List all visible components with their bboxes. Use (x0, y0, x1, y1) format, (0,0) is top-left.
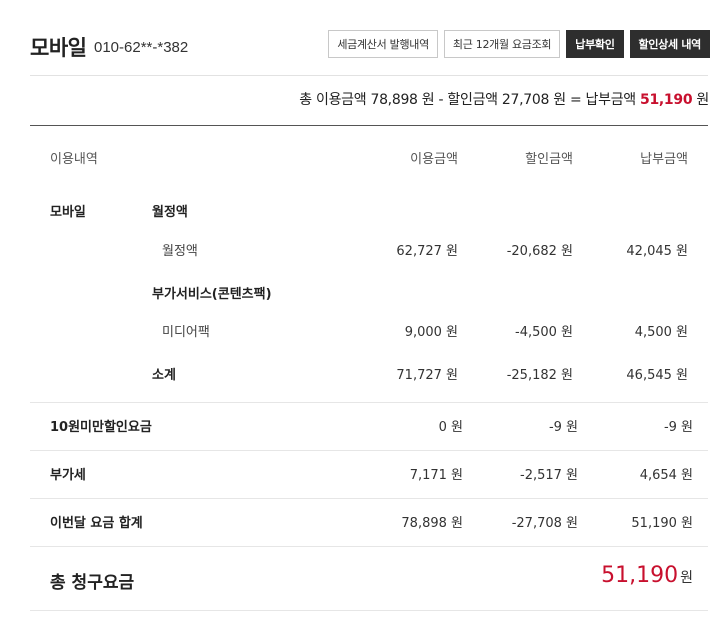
recent-12-months-button[interactable]: 최근 12개월 요금조회 (443, 30, 561, 58)
page-header: 모바일 010-62**-*382 세금계산서 발행내역 최근 12개월 요금조… (30, 30, 710, 62)
mediapack-payment: 4,500 원 (634, 325, 688, 340)
item-label-mediapack: 미디어팩 (162, 325, 210, 340)
mediapack-usage: 9,000 원 (404, 325, 458, 340)
month-total-discount: -27,708 원 (511, 516, 578, 531)
month-total-payment: 51,190 원 (631, 516, 693, 531)
subtotal-discount: -25,182 원 (506, 368, 573, 383)
under10-discount: -9 원 (548, 420, 578, 435)
category-label: 모바일 (50, 205, 86, 220)
row-label-under10: 10원미만할인요금 (50, 420, 152, 435)
vat-payment: 4,654 원 (639, 468, 693, 483)
total-billing-amount: 51,190 원 (601, 563, 693, 588)
total-amount-value: 51,190 (601, 563, 679, 588)
header-usage-detail: 이용내역 (50, 152, 98, 167)
tax-invoice-history-button[interactable]: 세금계산서 발행내역 (328, 30, 438, 58)
row-label-month-total: 이번달 요금 합계 (50, 516, 143, 531)
monthly-discount: -20,682 원 (506, 244, 573, 259)
monthly-usage: 62,727 원 (396, 244, 458, 259)
row-divider (30, 450, 708, 451)
row-divider (30, 498, 708, 499)
total-billing-label: 총 청구요금 (50, 573, 135, 593)
divider (30, 75, 708, 76)
group-label-addon: 부가서비스(콘텐츠팩) (152, 287, 272, 302)
payment-confirm-button[interactable]: 납부확인 (566, 30, 624, 58)
vat-discount: -2,517 원 (520, 468, 578, 483)
row-label-vat: 부가세 (50, 468, 86, 483)
subtotal-payment: 46,545 원 (626, 368, 688, 383)
summary-unit: 원 (692, 92, 709, 108)
under10-payment: -9 원 (663, 420, 693, 435)
page-title: 모바일 (30, 36, 87, 60)
mediapack-discount: -4,500 원 (515, 325, 573, 340)
bill-page: 모바일 010-62**-*382 세금계산서 발행내역 최근 12개월 요금조… (0, 0, 721, 617)
row-divider (30, 402, 708, 403)
phone-number: 010-62**-*382 (94, 39, 189, 56)
total-amount-unit: 원 (680, 570, 693, 586)
under10-usage: 0 원 (438, 420, 463, 435)
group-label-monthly: 월정액 (152, 205, 188, 220)
table-top-border (30, 125, 708, 126)
bill-summary: 총 이용금액 78,898 원 - 할인금액 27,708 원 = 납부금액 5… (299, 89, 709, 109)
subtotal-usage: 71,727 원 (396, 368, 458, 383)
summary-text: 총 이용금액 78,898 원 - 할인금액 27,708 원 = 납부금액 (299, 92, 641, 108)
discount-detail-button[interactable]: 할인상세 내역 (629, 30, 710, 58)
header-usage-amount: 이용금액 (410, 152, 458, 167)
month-total-usage: 78,898 원 (401, 516, 463, 531)
row-divider (30, 546, 708, 547)
item-label-monthly: 월정액 (162, 244, 198, 259)
table-bottom-border (30, 610, 708, 611)
header-buttons: 세금계산서 발행내역 최근 12개월 요금조회 납부확인 할인상세 내역 (328, 30, 710, 58)
vat-usage: 7,171 원 (409, 468, 463, 483)
monthly-payment: 42,045 원 (626, 244, 688, 259)
header-discount-amount: 할인금액 (525, 152, 573, 167)
subtotal-label: 소계 (152, 368, 176, 383)
summary-pay-amount: 51,190 (640, 92, 693, 108)
header-payment-amount: 납부금액 (640, 152, 688, 167)
